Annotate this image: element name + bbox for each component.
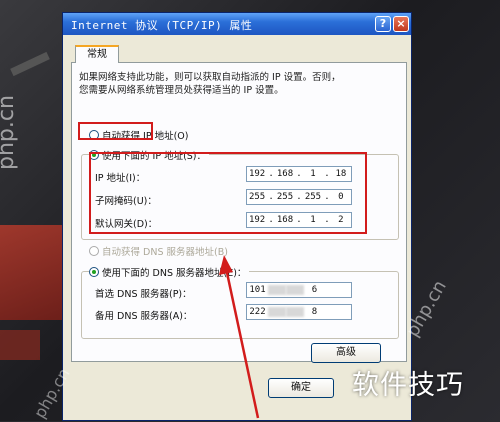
- arrow-head: [219, 255, 233, 275]
- arrow-shaft: [224, 267, 260, 419]
- annotation-arrow: [219, 255, 260, 419]
- watermark-software-tips: 软件技巧: [352, 370, 464, 401]
